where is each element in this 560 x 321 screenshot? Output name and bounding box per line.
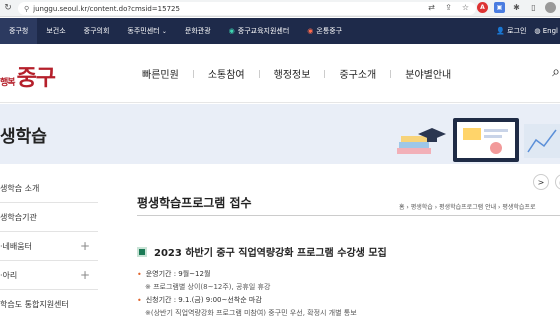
side-menu-item[interactable]: ·네배움터 + [0, 232, 98, 261]
side-menu-label: 생학습 소개 [0, 183, 40, 193]
breadcrumb[interactable]: 홈 › 평생학습 › 평생학습프로그램 안내 › 평생학습프로 [399, 202, 535, 211]
info-note-period: ※ 프로그램별 상이(8~12주), 공휴일 휴강 [137, 281, 357, 294]
post-info: • 운영기간 : 9월~12월 ※ 프로그램별 상이(8~12주), 공휴일 휴강… [137, 268, 357, 320]
language-link[interactable]: ◍ Engl [534, 27, 558, 35]
user-icon: 👤 [496, 27, 505, 35]
gov-link-health[interactable]: 보건소 [37, 18, 74, 44]
expand-plus-icon[interactable]: + [80, 268, 90, 282]
title-divider [137, 215, 560, 216]
search-icon[interactable]: ⌕ [552, 64, 560, 80]
side-menu: 생학습 소개 생학습기관 ·네배움터 + ·아리 + 학습도 통합지원센터 [0, 164, 98, 321]
side-menu-item[interactable]: 생학습 소개 [0, 174, 98, 203]
login-label: 로그인 [507, 27, 527, 35]
globe-icon: ◍ [534, 27, 541, 35]
site-info-icon[interactable]: ⚲ [24, 5, 29, 13]
period-note-text: ※ 프로그램별 상이(8~12주), 공휴일 휴강 [145, 283, 271, 291]
side-menu-label: ·네배움터 [0, 241, 32, 251]
translate-icon[interactable]: ⇄ [426, 2, 437, 13]
side-menu-item[interactable]: 생학습기관 [0, 203, 98, 232]
side-menu-label: ·아리 [0, 270, 18, 280]
extension-blue-icon[interactable]: ▣ [494, 2, 505, 13]
site-logo[interactable]: 행복중구 [0, 60, 56, 92]
expand-plus-icon[interactable]: + [80, 239, 90, 253]
info-note-apply: ※(상반기 직업역량강화 프로그램 미참여) 중구민 우선, 확정시 개별 통보 [137, 307, 357, 320]
main-navigation: 빠른민원 소통참여 행정정보 중구소개 분야별안내 [128, 66, 465, 81]
bookmark-star-icon[interactable]: ☆ [460, 2, 471, 13]
reload-icon[interactable]: ↻ [2, 2, 14, 14]
extension-icon[interactable]: A [477, 2, 488, 13]
nav-about[interactable]: 중구소개 [325, 66, 390, 81]
gov-site-bar: 중구청 보건소 중구의회 동주민센터 ⌄ 문화관광 ◉ 중구교육지원센터 ◉ 온통중… [0, 18, 560, 44]
side-menu-label: 학습도 통합지원센터 [0, 300, 69, 309]
page-banner: 생학습 [0, 104, 560, 164]
chevron-down-icon: ⌄ [161, 27, 167, 35]
heading-square-icon [137, 246, 147, 257]
extensions-puzzle-icon[interactable]: ✱ [511, 2, 522, 13]
page-title: 평생학습프로그램 접수 [137, 196, 252, 210]
post-title: 2023 하반기 중구 직업역량강화 프로그램 수강생 모집 [154, 248, 387, 259]
url-text: junggu.seoul.kr/content.do?cmsid=15725 [33, 4, 180, 13]
side-menu-item[interactable]: 학습도 통합지원센터 [0, 290, 98, 319]
info-row-apply: • 신청기간 : 9.1.(금) 9:00~선착순 마감 [137, 294, 357, 307]
gov-link-ontong-label: 온통중구 [316, 27, 343, 35]
bullet-icon: • [137, 296, 142, 305]
gov-link-ontong[interactable]: ◉ 온통중구 [298, 18, 351, 44]
nav-field-guide[interactable]: 분야별안내 [391, 66, 465, 81]
page-tools: > ▭ [533, 174, 560, 190]
apply-note-text: ※(상반기 직업역량강화 프로그램 미참여) 중구민 우선, 확정시 개별 통보 [145, 309, 357, 317]
gov-link-education-label: 중구교육지원센터 [237, 27, 290, 35]
gov-link-community[interactable]: 동주민센터 ⌄ [118, 18, 175, 44]
gov-link-education[interactable]: ◉ 중구교육지원센터 [220, 18, 299, 44]
nav-participation[interactable]: 소통참여 [194, 66, 259, 81]
sidepanel-icon[interactable]: ▯ [528, 2, 539, 13]
side-menu-label: 생학습기관 [0, 212, 37, 222]
gov-link-council[interactable]: 중구의회 [75, 18, 119, 44]
logo-small-text: 행복 [0, 78, 16, 88]
address-bar[interactable]: ⚲ junggu.seoul.kr/content.do?cmsid=15725 [18, 2, 476, 15]
language-label: Engl [542, 27, 558, 35]
nav-quick-service[interactable]: 빠른민원 [128, 66, 193, 81]
browser-toolbar: ↻ ⚲ junggu.seoul.kr/content.do?cmsid=157… [0, 0, 560, 17]
post-heading: 2023 하반기 중구 직업역량강화 프로그램 수강생 모집 [137, 244, 387, 259]
bullet-icon: • [137, 270, 142, 279]
share-icon[interactable]: ⇪ [443, 2, 454, 13]
info-row-period: • 운영기간 : 9월~12월 [137, 268, 357, 281]
share-icon[interactable]: > [533, 174, 549, 190]
ontong-icon: ◉ [307, 27, 314, 35]
education-icon: ◉ [228, 27, 235, 35]
print-icon[interactable]: ▭ [555, 174, 560, 190]
study-illustration [397, 118, 560, 162]
gov-link-culture[interactable]: 문화관광 [176, 18, 220, 44]
profile-avatar-icon[interactable] [545, 2, 556, 13]
period-text: 운영기간 : 9월~12월 [145, 270, 211, 278]
nav-admin-info[interactable]: 행정정보 [260, 66, 325, 81]
site-header: 행복중구 빠른민원 소통참여 행정정보 중구소개 분야별안내 ⌕ [0, 44, 560, 103]
gov-link-junggu[interactable]: 중구청 [0, 18, 38, 44]
apply-text: 신청기간 : 9.1.(금) 9:00~선착순 마감 [145, 296, 262, 304]
side-menu-item[interactable]: ·아리 + [0, 261, 98, 290]
login-link[interactable]: 👤 로그인 [496, 26, 526, 36]
gov-link-community-label: 동주민센터 [127, 27, 160, 35]
logo-text: 중구 [16, 65, 56, 91]
